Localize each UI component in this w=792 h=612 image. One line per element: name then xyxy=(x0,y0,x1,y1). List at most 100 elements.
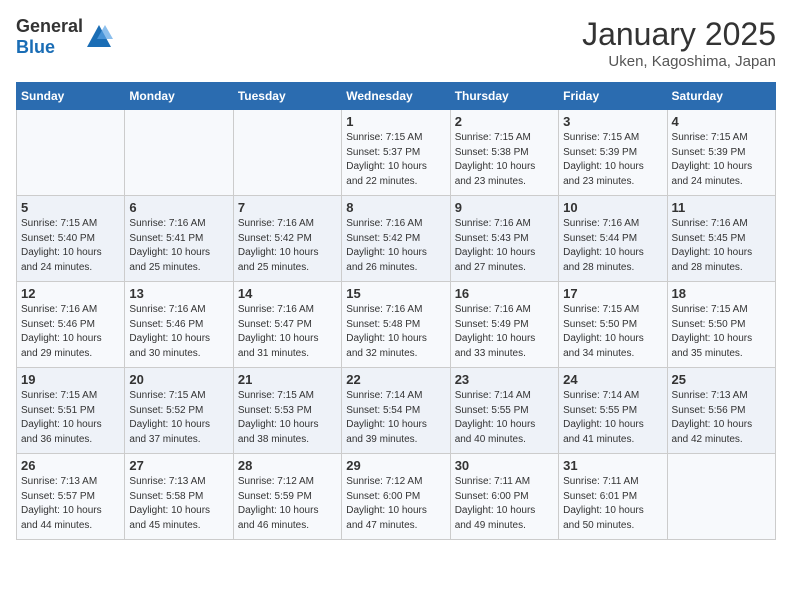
day-detail: Sunrise: 7:15 AM Sunset: 5:51 PM Dayligh… xyxy=(21,389,120,447)
day-number: 14 xyxy=(238,286,337,301)
day-detail: Sunrise: 7:16 AM Sunset: 5:47 PM Dayligh… xyxy=(238,303,337,361)
logo-blue: Blue xyxy=(16,37,55,57)
logo-general: General xyxy=(16,16,83,36)
day-detail: Sunrise: 7:12 AM Sunset: 5:59 PM Dayligh… xyxy=(238,475,337,533)
day-detail: Sunrise: 7:16 AM Sunset: 5:42 PM Dayligh… xyxy=(238,217,337,275)
day-detail: Sunrise: 7:12 AM Sunset: 6:00 PM Dayligh… xyxy=(346,475,445,533)
day-number: 3 xyxy=(563,114,662,129)
calendar-cell: 30Sunrise: 7:11 AM Sunset: 6:00 PM Dayli… xyxy=(450,454,558,540)
week-row-3: 19 Sunrise: 7:15 AM Sunset: 5:51 PM Dayli… xyxy=(17,368,776,454)
day-detail: Sunrise: 7:11 AM Sunset: 6:00 PM Dayligh… xyxy=(455,475,554,533)
day-number: 2 xyxy=(455,114,554,129)
day-number: 15 xyxy=(346,286,445,301)
day-header-sunday: Sunday xyxy=(17,83,125,110)
calendar-cell: 1Sunrise: 7:15 AM Sunset: 5:37 PM Daylig… xyxy=(342,110,450,196)
calendar-cell xyxy=(667,454,775,540)
logo-icon xyxy=(85,23,113,51)
week-row-2: 12 Sunrise: 7:16 AM Sunset: 5:46 PM Dayli… xyxy=(17,282,776,368)
day-number: 22 xyxy=(346,372,445,387)
day-header-saturday: Saturday xyxy=(667,83,775,110)
day-number: 29 xyxy=(346,458,445,473)
day-number: 16 xyxy=(455,286,554,301)
day-number: 13 xyxy=(129,286,228,301)
calendar-cell: 16 Sunrise: 7:16 AM Sunset: 5:49 PM Dayli… xyxy=(450,282,558,368)
day-number: 12 xyxy=(21,286,120,301)
calendar-cell: 6 Sunrise: 7:16 AM Sunset: 5:41 PM Daylig… xyxy=(125,196,233,282)
calendar-cell: 21Sunrise: 7:15 AM Sunset: 5:53 PM Dayli… xyxy=(233,368,341,454)
calendar-cell: 7 Sunrise: 7:16 AM Sunset: 5:42 PM Daylig… xyxy=(233,196,341,282)
header-row: SundayMondayTuesdayWednesdayThursdayFrid… xyxy=(17,83,776,110)
day-number: 24 xyxy=(563,372,662,387)
day-number: 4 xyxy=(672,114,771,129)
day-header-wednesday: Wednesday xyxy=(342,83,450,110)
day-detail: Sunrise: 7:13 AM Sunset: 5:58 PM Dayligh… xyxy=(129,475,228,533)
week-row-0: 1Sunrise: 7:15 AM Sunset: 5:37 PM Daylig… xyxy=(17,110,776,196)
week-row-1: 5 Sunrise: 7:15 AM Sunset: 5:40 PM Daylig… xyxy=(17,196,776,282)
day-number: 18 xyxy=(672,286,771,301)
day-detail: Sunrise: 7:16 AM Sunset: 5:41 PM Dayligh… xyxy=(129,217,228,275)
day-detail: Sunrise: 7:16 AM Sunset: 5:42 PM Dayligh… xyxy=(346,217,445,275)
calendar-cell: 26Sunrise: 7:13 AM Sunset: 5:57 PM Dayli… xyxy=(17,454,125,540)
calendar-cell: 22 Sunrise: 7:14 AM Sunset: 5:54 PM Dayli… xyxy=(342,368,450,454)
day-detail: Sunrise: 7:16 AM Sunset: 5:49 PM Dayligh… xyxy=(455,303,554,361)
calendar-cell: 29 Sunrise: 7:12 AM Sunset: 6:00 PM Dayli… xyxy=(342,454,450,540)
day-detail: Sunrise: 7:15 AM Sunset: 5:40 PM Dayligh… xyxy=(21,217,120,275)
calendar-cell: 8Sunrise: 7:16 AM Sunset: 5:42 PM Daylig… xyxy=(342,196,450,282)
calendar-cell: 20 Sunrise: 7:15 AM Sunset: 5:52 PM Dayli… xyxy=(125,368,233,454)
day-number: 11 xyxy=(672,200,771,215)
day-detail: Sunrise: 7:15 AM Sunset: 5:38 PM Dayligh… xyxy=(455,131,554,189)
calendar-cell: 17 Sunrise: 7:15 AM Sunset: 5:50 PM Dayli… xyxy=(559,282,667,368)
day-header-thursday: Thursday xyxy=(450,83,558,110)
calendar-cell: 3 Sunrise: 7:15 AM Sunset: 5:39 PM Daylig… xyxy=(559,110,667,196)
calendar-cell: 27 Sunrise: 7:13 AM Sunset: 5:58 PM Dayli… xyxy=(125,454,233,540)
calendar-cell: 11 Sunrise: 7:16 AM Sunset: 5:45 PM Dayli… xyxy=(667,196,775,282)
day-number: 20 xyxy=(129,372,228,387)
page-header: General Blue January 2025 Uken, Kagoshim… xyxy=(16,16,776,70)
calendar-cell: 9Sunrise: 7:16 AM Sunset: 5:43 PM Daylig… xyxy=(450,196,558,282)
calendar-cell: 14 Sunrise: 7:16 AM Sunset: 5:47 PM Dayli… xyxy=(233,282,341,368)
calendar-cell: 19 Sunrise: 7:15 AM Sunset: 5:51 PM Dayli… xyxy=(17,368,125,454)
month-title: January 2025 xyxy=(582,16,776,53)
location: Uken, Kagoshima, Japan xyxy=(582,53,776,70)
day-detail: Sunrise: 7:16 AM Sunset: 5:46 PM Dayligh… xyxy=(21,303,120,361)
day-number: 27 xyxy=(129,458,228,473)
day-number: 7 xyxy=(238,200,337,215)
day-number: 5 xyxy=(21,200,120,215)
calendar-cell: 4 Sunrise: 7:15 AM Sunset: 5:39 PM Daylig… xyxy=(667,110,775,196)
day-number: 1 xyxy=(346,114,445,129)
day-header-monday: Monday xyxy=(125,83,233,110)
day-number: 6 xyxy=(129,200,228,215)
calendar-table: SundayMondayTuesdayWednesdayThursdayFrid… xyxy=(16,82,776,540)
calendar-cell: 12 Sunrise: 7:16 AM Sunset: 5:46 PM Dayli… xyxy=(17,282,125,368)
day-detail: Sunrise: 7:16 AM Sunset: 5:45 PM Dayligh… xyxy=(672,217,771,275)
day-number: 10 xyxy=(563,200,662,215)
day-detail: Sunrise: 7:15 AM Sunset: 5:50 PM Dayligh… xyxy=(672,303,771,361)
day-number: 26 xyxy=(21,458,120,473)
day-number: 31 xyxy=(563,458,662,473)
day-detail: Sunrise: 7:15 AM Sunset: 5:50 PM Dayligh… xyxy=(563,303,662,361)
day-detail: Sunrise: 7:13 AM Sunset: 5:56 PM Dayligh… xyxy=(672,389,771,447)
day-detail: Sunrise: 7:15 AM Sunset: 5:52 PM Dayligh… xyxy=(129,389,228,447)
day-number: 23 xyxy=(455,372,554,387)
calendar-cell: 28 Sunrise: 7:12 AM Sunset: 5:59 PM Dayli… xyxy=(233,454,341,540)
day-detail: Sunrise: 7:14 AM Sunset: 5:54 PM Dayligh… xyxy=(346,389,445,447)
calendar-cell: 25Sunrise: 7:13 AM Sunset: 5:56 PM Dayli… xyxy=(667,368,775,454)
day-number: 19 xyxy=(21,372,120,387)
calendar-cell: 18 Sunrise: 7:15 AM Sunset: 5:50 PM Dayli… xyxy=(667,282,775,368)
day-number: 9 xyxy=(455,200,554,215)
day-detail: Sunrise: 7:16 AM Sunset: 5:44 PM Dayligh… xyxy=(563,217,662,275)
day-detail: Sunrise: 7:15 AM Sunset: 5:39 PM Dayligh… xyxy=(563,131,662,189)
day-detail: Sunrise: 7:15 AM Sunset: 5:39 PM Dayligh… xyxy=(672,131,771,189)
calendar-cell xyxy=(125,110,233,196)
calendar-cell: 10 Sunrise: 7:16 AM Sunset: 5:44 PM Dayli… xyxy=(559,196,667,282)
day-number: 28 xyxy=(238,458,337,473)
day-detail: Sunrise: 7:15 AM Sunset: 5:53 PM Dayligh… xyxy=(238,389,337,447)
day-detail: Sunrise: 7:16 AM Sunset: 5:48 PM Dayligh… xyxy=(346,303,445,361)
week-row-4: 26Sunrise: 7:13 AM Sunset: 5:57 PM Dayli… xyxy=(17,454,776,540)
day-number: 17 xyxy=(563,286,662,301)
calendar-cell: 23 Sunrise: 7:14 AM Sunset: 5:55 PM Dayli… xyxy=(450,368,558,454)
calendar-cell: 31Sunrise: 7:11 AM Sunset: 6:01 PM Dayli… xyxy=(559,454,667,540)
day-detail: Sunrise: 7:14 AM Sunset: 5:55 PM Dayligh… xyxy=(455,389,554,447)
title-block: January 2025 Uken, Kagoshima, Japan xyxy=(582,16,776,70)
calendar-cell: 5 Sunrise: 7:15 AM Sunset: 5:40 PM Daylig… xyxy=(17,196,125,282)
